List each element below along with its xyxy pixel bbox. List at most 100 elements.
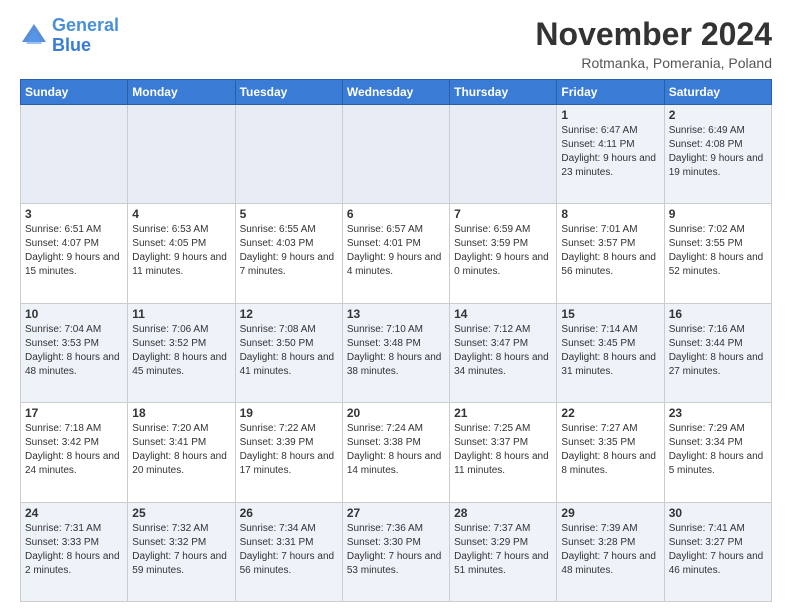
day-info: Sunrise: 7:18 AM Sunset: 3:42 PM Dayligh…: [25, 422, 123, 478]
calendar-cell: 1Sunrise: 6:47 AM Sunset: 4:11 PM Daylig…: [557, 105, 664, 204]
day-number: 9: [669, 207, 767, 221]
header-saturday: Saturday: [664, 80, 771, 105]
day-number: 8: [561, 207, 659, 221]
day-info: Sunrise: 7:08 AM Sunset: 3:50 PM Dayligh…: [240, 323, 338, 379]
calendar-cell: 10 Sunrise: 7:04 AM Sunset: 3:53 PM Dayli…: [21, 303, 128, 402]
header-friday: Friday: [557, 80, 664, 105]
calendar-cell: 29Sunrise: 7:39 AM Sunset: 3:28 PM Dayli…: [557, 502, 664, 601]
page: General Blue November 2024 Rotmanka, Pom…: [0, 0, 792, 612]
calendar-cell: 21 Sunrise: 7:25 AM Sunset: 3:37 PM Dayli…: [450, 403, 557, 502]
calendar-cell: [235, 105, 342, 204]
day-info: Sunrise: 7:14 AM Sunset: 3:45 PM Dayligh…: [561, 323, 659, 379]
day-number: 12: [240, 307, 338, 321]
day-info: Sunrise: 6:47 AM Sunset: 4:11 PM Dayligh…: [561, 124, 659, 180]
calendar-cell: 15 Sunrise: 7:14 AM Sunset: 3:45 PM Dayli…: [557, 303, 664, 402]
day-number: 18: [132, 406, 230, 420]
day-info: Sunrise: 6:53 AM Sunset: 4:05 PM Dayligh…: [132, 223, 230, 279]
subtitle: Rotmanka, Pomerania, Poland: [535, 55, 772, 71]
calendar-cell: 14 Sunrise: 7:12 AM Sunset: 3:47 PM Dayli…: [450, 303, 557, 402]
day-info: Sunrise: 7:25 AM Sunset: 3:37 PM Dayligh…: [454, 422, 552, 478]
calendar-week-row: 10 Sunrise: 7:04 AM Sunset: 3:53 PM Dayli…: [21, 303, 772, 402]
day-info: Sunrise: 7:36 AM Sunset: 3:30 PM Dayligh…: [347, 522, 445, 578]
calendar-cell: 12 Sunrise: 7:08 AM Sunset: 3:50 PM Dayli…: [235, 303, 342, 402]
calendar-cell: 13 Sunrise: 7:10 AM Sunset: 3:48 PM Dayli…: [342, 303, 449, 402]
day-info: Sunrise: 7:32 AM Sunset: 3:32 PM Dayligh…: [132, 522, 230, 578]
calendar-cell: 2 Sunrise: 6:49 AM Sunset: 4:08 PM Daylig…: [664, 105, 771, 204]
day-info: Sunrise: 7:24 AM Sunset: 3:38 PM Dayligh…: [347, 422, 445, 478]
calendar-table: Sunday Monday Tuesday Wednesday Thursday…: [20, 79, 772, 602]
day-number: 28: [454, 506, 552, 520]
day-info: Sunrise: 6:49 AM Sunset: 4:08 PM Dayligh…: [669, 124, 767, 180]
calendar-cell: 22 Sunrise: 7:27 AM Sunset: 3:35 PM Dayli…: [557, 403, 664, 502]
header-wednesday: Wednesday: [342, 80, 449, 105]
day-info: Sunrise: 7:29 AM Sunset: 3:34 PM Dayligh…: [669, 422, 767, 478]
calendar-cell: 8 Sunrise: 7:01 AM Sunset: 3:57 PM Daylig…: [557, 204, 664, 303]
day-info: Sunrise: 7:22 AM Sunset: 3:39 PM Dayligh…: [240, 422, 338, 478]
day-info: Sunrise: 7:02 AM Sunset: 3:55 PM Dayligh…: [669, 223, 767, 279]
calendar-cell: 30 Sunrise: 7:41 AM Sunset: 3:27 PM Dayli…: [664, 502, 771, 601]
day-info: Sunrise: 7:04 AM Sunset: 3:53 PM Dayligh…: [25, 323, 123, 379]
header: General Blue November 2024 Rotmanka, Pom…: [20, 16, 772, 71]
day-info: Sunrise: 7:12 AM Sunset: 3:47 PM Dayligh…: [454, 323, 552, 379]
day-number: 22: [561, 406, 659, 420]
calendar-cell: 11 Sunrise: 7:06 AM Sunset: 3:52 PM Dayli…: [128, 303, 235, 402]
calendar-cell: 24 Sunrise: 7:31 AM Sunset: 3:33 PM Dayli…: [21, 502, 128, 601]
day-number: 23: [669, 406, 767, 420]
day-info: Sunrise: 7:01 AM Sunset: 3:57 PM Dayligh…: [561, 223, 659, 279]
calendar-cell: 23 Sunrise: 7:29 AM Sunset: 3:34 PM Dayli…: [664, 403, 771, 502]
calendar-cell: [450, 105, 557, 204]
calendar-cell: 25 Sunrise: 7:32 AM Sunset: 3:32 PM Dayli…: [128, 502, 235, 601]
logo: General Blue: [20, 16, 119, 56]
calendar-cell: 27 Sunrise: 7:36 AM Sunset: 3:30 PM Dayli…: [342, 502, 449, 601]
day-number: 26: [240, 506, 338, 520]
day-info: Sunrise: 7:31 AM Sunset: 3:33 PM Dayligh…: [25, 522, 123, 578]
header-tuesday: Tuesday: [235, 80, 342, 105]
day-number: 13: [347, 307, 445, 321]
day-number: 24: [25, 506, 123, 520]
day-info: Sunrise: 7:34 AM Sunset: 3:31 PM Dayligh…: [240, 522, 338, 578]
day-number: 27: [347, 506, 445, 520]
day-info: Sunrise: 7:20 AM Sunset: 3:41 PM Dayligh…: [132, 422, 230, 478]
day-number: 15: [561, 307, 659, 321]
day-number: 19: [240, 406, 338, 420]
calendar-cell: 20 Sunrise: 7:24 AM Sunset: 3:38 PM Dayli…: [342, 403, 449, 502]
day-info: Sunrise: 7:27 AM Sunset: 3:35 PM Dayligh…: [561, 422, 659, 478]
day-info: Sunrise: 7:06 AM Sunset: 3:52 PM Dayligh…: [132, 323, 230, 379]
month-title: November 2024: [535, 16, 772, 53]
day-info: Sunrise: 7:16 AM Sunset: 3:44 PM Dayligh…: [669, 323, 767, 379]
calendar-cell: [21, 105, 128, 204]
day-info: Sunrise: 6:51 AM Sunset: 4:07 PM Dayligh…: [25, 223, 123, 279]
day-number: 10: [25, 307, 123, 321]
calendar-cell: 28 Sunrise: 7:37 AM Sunset: 3:29 PM Dayli…: [450, 502, 557, 601]
weekday-header-row: Sunday Monday Tuesday Wednesday Thursday…: [21, 80, 772, 105]
calendar-week-row: 17Sunrise: 7:18 AM Sunset: 3:42 PM Dayli…: [21, 403, 772, 502]
day-info: Sunrise: 6:59 AM Sunset: 3:59 PM Dayligh…: [454, 223, 552, 279]
day-number: 21: [454, 406, 552, 420]
day-info: Sunrise: 7:37 AM Sunset: 3:29 PM Dayligh…: [454, 522, 552, 578]
calendar-week-row: 24 Sunrise: 7:31 AM Sunset: 3:33 PM Dayli…: [21, 502, 772, 601]
title-block: November 2024 Rotmanka, Pomerania, Polan…: [535, 16, 772, 71]
day-number: 11: [132, 307, 230, 321]
day-number: 25: [132, 506, 230, 520]
calendar-cell: 4 Sunrise: 6:53 AM Sunset: 4:05 PM Daylig…: [128, 204, 235, 303]
day-info: Sunrise: 7:41 AM Sunset: 3:27 PM Dayligh…: [669, 522, 767, 578]
day-number: 5: [240, 207, 338, 221]
day-number: 29: [561, 506, 659, 520]
calendar-cell: 26 Sunrise: 7:34 AM Sunset: 3:31 PM Dayli…: [235, 502, 342, 601]
day-info: Sunrise: 7:10 AM Sunset: 3:48 PM Dayligh…: [347, 323, 445, 379]
calendar-cell: 7Sunrise: 6:59 AM Sunset: 3:59 PM Daylig…: [450, 204, 557, 303]
calendar-cell: 9 Sunrise: 7:02 AM Sunset: 3:55 PM Daylig…: [664, 204, 771, 303]
header-monday: Monday: [128, 80, 235, 105]
day-number: 14: [454, 307, 552, 321]
calendar-cell: 16 Sunrise: 7:16 AM Sunset: 3:44 PM Dayli…: [664, 303, 771, 402]
day-number: 2: [669, 108, 767, 122]
day-number: 20: [347, 406, 445, 420]
calendar-cell: 18 Sunrise: 7:20 AM Sunset: 3:41 PM Dayli…: [128, 403, 235, 502]
day-number: 6: [347, 207, 445, 221]
day-number: 4: [132, 207, 230, 221]
logo-text: General Blue: [52, 16, 119, 56]
calendar-cell: [128, 105, 235, 204]
day-number: 30: [669, 506, 767, 520]
day-number: 16: [669, 307, 767, 321]
header-thursday: Thursday: [450, 80, 557, 105]
